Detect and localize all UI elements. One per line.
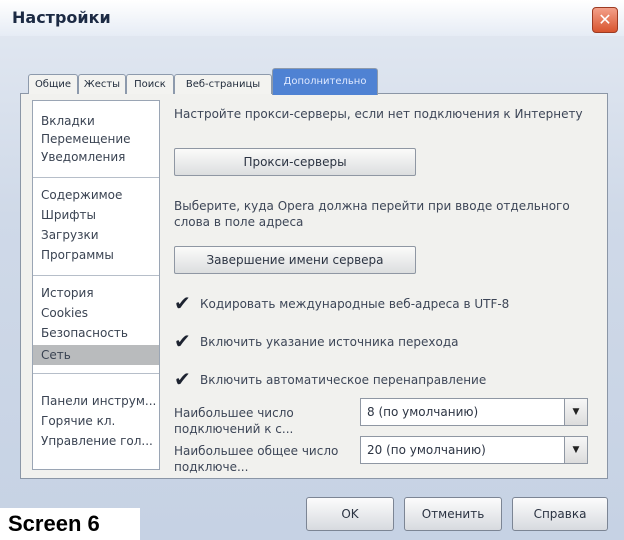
close-icon[interactable]: ✕ (592, 7, 618, 33)
tab-advanced[interactable]: Дополнительно (272, 68, 378, 95)
sidebar-item-history[interactable]: История (33, 283, 159, 303)
max-total-connections-select[interactable]: 20 (по умолчанию) ▼ (360, 436, 588, 464)
utf8-encoding-label: Кодировать международные веб-адреса в UT… (200, 297, 510, 311)
check-icon[interactable]: ✔ (174, 369, 192, 389)
sidebar-item-programs[interactable]: Программы (33, 245, 159, 265)
title-bar: Настройки ✕ (0, 0, 624, 36)
referrer-label: Включить указание источника перехода (200, 335, 459, 349)
dropdown-arrow-icon[interactable]: ▼ (564, 437, 587, 463)
sidebar-item-notifications[interactable]: Уведомления (33, 147, 159, 167)
server-completion-description: Выберите, куда Opera должна перейти при … (174, 199, 570, 213)
max-server-connections-value: 8 (по умолчанию) (367, 405, 479, 419)
check-icon[interactable]: ✔ (174, 293, 192, 313)
sidebar-item-voice[interactable]: Управление гол... (33, 431, 159, 451)
sidebar-item-cookies[interactable]: Cookies (33, 303, 159, 323)
auto-redirect-label: Включить автоматическое перенаправление (200, 373, 487, 387)
dropdown-arrow-icon[interactable]: ▼ (564, 399, 587, 425)
check-icon[interactable]: ✔ (174, 331, 192, 351)
tab-general[interactable]: Общие (28, 74, 78, 94)
proxy-description: Настройте прокси-серверы, если нет подкл… (174, 107, 583, 121)
max-server-connections-select[interactable]: 8 (по умолчанию) ▼ (360, 398, 588, 426)
sidebar: Вкладки Перемещение Уведомления Содержим… (32, 100, 160, 470)
server-completion-description-2: слова в поле адреса (174, 215, 304, 229)
window-title: Настройки (12, 8, 111, 27)
proxy-servers-button[interactable]: Прокси-серверы (174, 148, 416, 176)
sidebar-divider (33, 177, 159, 178)
sidebar-item-content[interactable]: Содержимое (33, 185, 159, 205)
tab-search[interactable]: Поиск (126, 74, 174, 94)
sidebar-item-tabs[interactable]: Вкладки (33, 111, 159, 131)
sidebar-item-network[interactable]: Сеть (33, 345, 159, 365)
sidebar-divider (33, 373, 159, 374)
sidebar-item-downloads[interactable]: Загрузки (33, 225, 159, 245)
settings-window: Настройки ✕ Общие Жесты Поиск Веб-страни… (0, 0, 624, 540)
sidebar-item-security[interactable]: Безопасность (33, 323, 159, 343)
max-total-connections-label: Наибольшее общее число подключе... (174, 444, 339, 474)
max-total-connections-value: 20 (по умолчанию) (367, 443, 486, 457)
server-name-completion-button[interactable]: Завершение имени сервера (174, 246, 416, 274)
sidebar-divider (33, 275, 159, 276)
sidebar-item-navigation[interactable]: Перемещение (33, 129, 159, 149)
sidebar-item-shortcuts[interactable]: Горячие кл. (33, 411, 159, 431)
tab-gestures[interactable]: Жесты (78, 74, 126, 94)
tab-web-pages[interactable]: Веб-страницы (174, 74, 272, 94)
max-server-connections-label: Наибольшее число подключений к с... (174, 406, 294, 436)
screen-caption: Screen 6 (0, 508, 140, 540)
cancel-button[interactable]: Отменить (404, 497, 502, 531)
sidebar-item-toolbars[interactable]: Панели инструм... (33, 391, 159, 411)
help-button[interactable]: Справка (512, 497, 608, 531)
sidebar-item-fonts[interactable]: Шрифты (33, 205, 159, 225)
ok-button[interactable]: OK (306, 497, 394, 531)
